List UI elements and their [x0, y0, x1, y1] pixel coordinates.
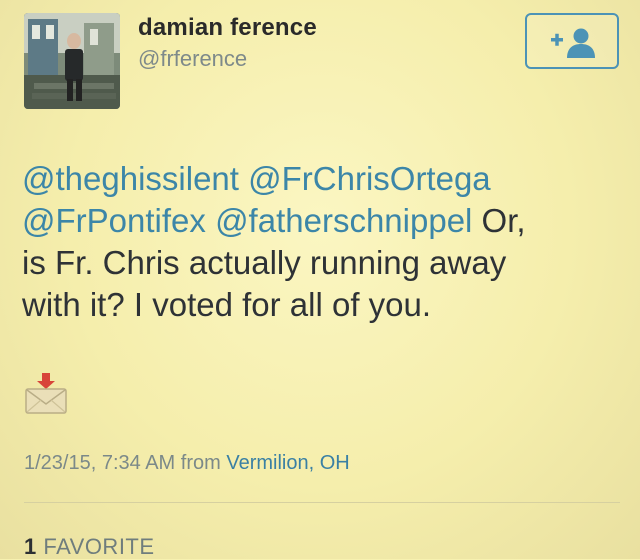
user-handle[interactable]: @frference [138, 46, 247, 72]
mention-link[interactable]: @theghissilent [22, 160, 239, 197]
favorite-count-number: 1 [24, 534, 37, 559]
display-name[interactable]: damian ference [138, 14, 317, 42]
tweet-meta: 1/23/15, 7:34 AM from Vermilion, OH [24, 452, 350, 475]
from-label: from [180, 452, 221, 474]
timestamp: 1/23/15, 7:34 AM [24, 452, 176, 474]
avatar-photo [24, 13, 120, 109]
tweet-line-4: with it? I voted for all of you. [22, 286, 432, 323]
tweet-text-fragment: Or, [472, 202, 526, 239]
tweet-line-3: is Fr. Chris actually running away [22, 244, 507, 281]
favorites-count[interactable]: 1 FAVORITE [24, 534, 155, 560]
add-person-icon [551, 28, 595, 58]
incoming-envelope-icon [24, 373, 68, 420]
tweet-line-1: @theghissilent @FrChrisOrtega [22, 158, 622, 200]
favorite-label: FAVORITE [43, 534, 155, 559]
tweet-text: @theghissilent @FrChrisOrtega @FrPontife… [22, 158, 622, 326]
divider [24, 502, 620, 503]
mention-link[interactable]: @FrChrisOrtega [248, 160, 491, 197]
follow-button[interactable] [525, 13, 619, 69]
mention-link[interactable]: @fatherschnippel [215, 202, 472, 239]
tweet-page: damian ference @frference @theghissilent… [0, 0, 640, 559]
location-link[interactable]: Vermilion, OH [226, 452, 349, 474]
avatar[interactable] [24, 13, 120, 109]
mention-link[interactable]: @FrPontifex [22, 202, 206, 239]
tweet-line-2: @FrPontifex @fatherschnippel Or, [22, 200, 622, 242]
